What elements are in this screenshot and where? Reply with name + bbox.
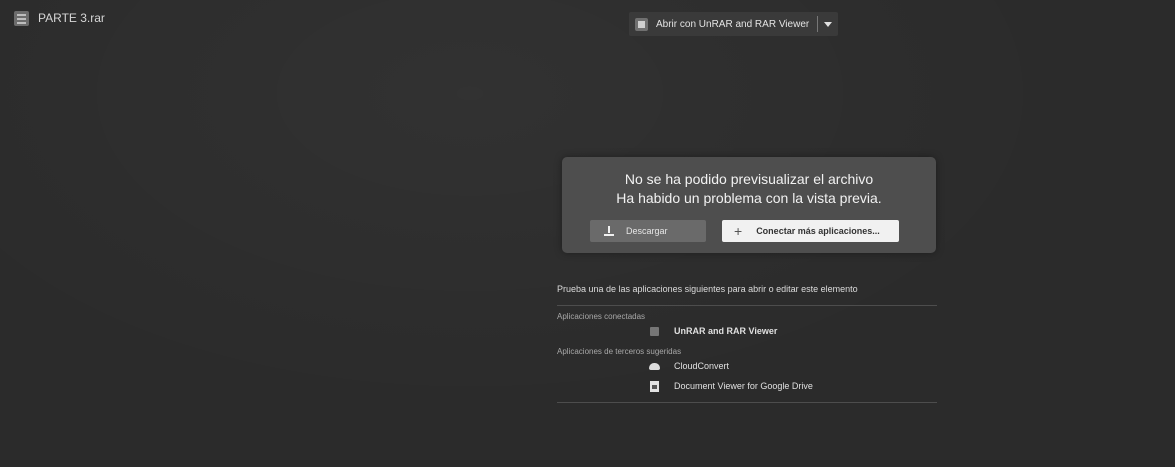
open-with-button-group: Abrir con UnRAR and RAR Viewer: [629, 12, 839, 36]
rar-app-icon: [635, 17, 648, 31]
connected-app-label: UnRAR and RAR Viewer: [674, 326, 778, 336]
open-with-button[interactable]: Abrir con UnRAR and RAR Viewer: [629, 12, 817, 36]
suggested-app-label: CloudConvert: [674, 361, 730, 371]
viewer-top-bar: PARTE 3.rar Abrir con UnRAR and RAR View…: [0, 0, 1175, 40]
cloud-icon: [649, 361, 660, 372]
chevron-down-icon: [824, 21, 833, 27]
document-icon: [649, 380, 660, 392]
suggestions-divider: [557, 402, 937, 403]
error-subtitle: Ha habido un problema con la vista previ…: [616, 190, 882, 206]
suggested-app-cloudconvert[interactable]: CloudConvert: [557, 356, 937, 376]
download-icon: [604, 226, 614, 236]
preview-error-card: No se ha podido previsualizar el archivo…: [562, 157, 936, 253]
error-title: No se ha podido previsualizar el archivo: [624, 171, 874, 187]
suggested-apps-heading: Aplicaciones de terceros sugeridas: [557, 347, 682, 356]
app-suggestions-panel: Prueba una de las aplicaciones siguiente…: [557, 284, 937, 403]
connect-more-apps-button[interactable]: + Conectar más aplicaciones...: [722, 220, 899, 242]
suggestions-title: Prueba una de las aplicaciones siguiente…: [557, 284, 937, 306]
file-title: PARTE 3.rar: [14, 8, 105, 28]
file-name: PARTE 3.rar: [38, 11, 105, 25]
download-button[interactable]: Descargar: [590, 220, 706, 242]
suggested-app-document-viewer[interactable]: Document Viewer for Google Drive: [557, 376, 937, 396]
suggested-app-label: Document Viewer for Google Drive: [674, 381, 813, 391]
archive-file-icon: [14, 10, 29, 26]
connected-apps-heading: Aplicaciones conectadas: [557, 312, 646, 321]
plus-icon: +: [734, 223, 743, 239]
download-label: Descargar: [626, 226, 668, 236]
drive-preview-viewer: PARTE 3.rar Abrir con UnRAR and RAR View…: [0, 0, 1175, 467]
rar-icon: [649, 326, 660, 337]
open-with-label: Abrir con UnRAR and RAR Viewer: [656, 18, 810, 30]
connected-app-unrar[interactable]: UnRAR and RAR Viewer: [557, 321, 937, 341]
connect-more-apps-label: Conectar más aplicaciones...: [756, 226, 880, 236]
open-with-dropdown-button[interactable]: [818, 12, 838, 36]
